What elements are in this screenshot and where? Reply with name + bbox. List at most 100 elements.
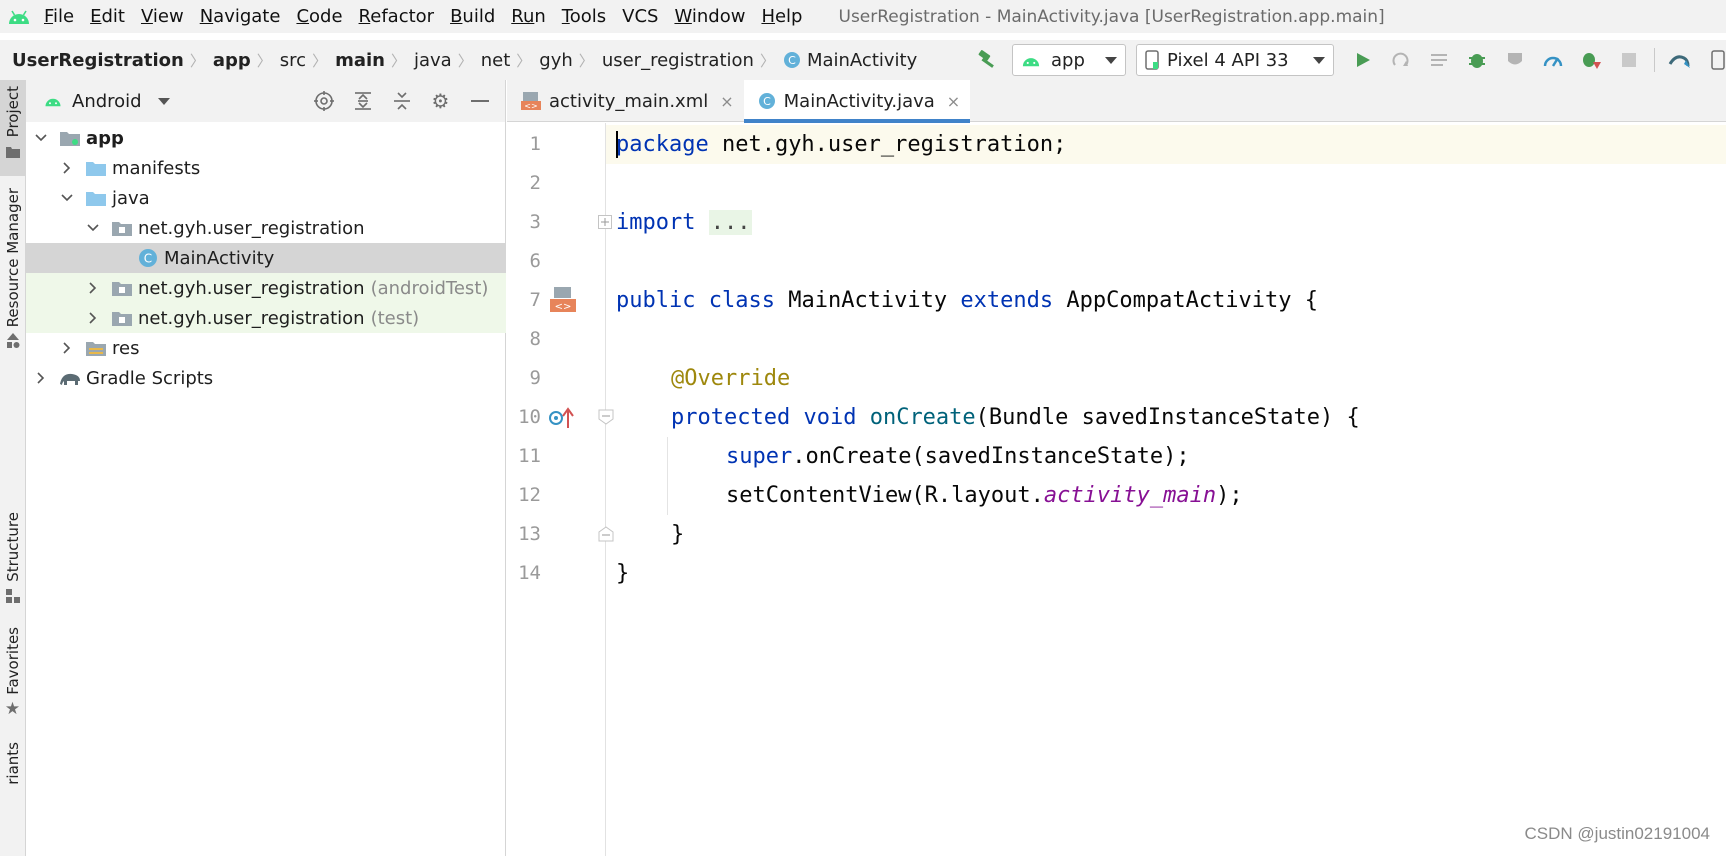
tree-item-package-androidtest[interactable]: net.gyh.user_registration (androidTest): [26, 273, 506, 303]
menu-file[interactable]: File: [44, 6, 74, 27]
menu-run[interactable]: Run: [511, 6, 546, 27]
menu-window[interactable]: Window: [674, 6, 745, 27]
project-view-select[interactable]: Android: [72, 91, 170, 112]
chevron-down-icon[interactable]: [84, 224, 102, 232]
android-icon: [1021, 54, 1041, 67]
menu-view[interactable]: View: [141, 6, 184, 27]
resource-folder-icon: [84, 339, 108, 357]
favorites-tool-button[interactable]: Favorites ★: [0, 627, 25, 718]
expand-all-icon[interactable]: [343, 91, 382, 111]
phone-icon: [1145, 50, 1159, 70]
code-line: super.onCreate(savedInstanceState);: [726, 444, 1190, 469]
structure-tool-button[interactable]: Structure: [0, 512, 25, 607]
menu-edit[interactable]: Edit: [90, 6, 125, 27]
code-line: }: [616, 561, 630, 586]
chevron-right-icon[interactable]: [58, 162, 76, 174]
fold-end-icon[interactable]: [598, 526, 614, 542]
breadcrumb-main[interactable]: main 〉: [335, 50, 414, 71]
close-tab-icon[interactable]: ×: [947, 92, 960, 111]
menu-vcs[interactable]: VCS: [622, 6, 658, 27]
breadcrumb-mainactivity[interactable]: C MainActivity: [783, 50, 917, 71]
menu-help[interactable]: Help: [761, 6, 802, 27]
gradle-sync-icon[interactable]: [1661, 44, 1699, 76]
fold-collapse-icon[interactable]: [598, 409, 614, 425]
run-icon[interactable]: [1344, 44, 1382, 76]
apply-code-changes-icon[interactable]: [1420, 44, 1458, 76]
line-number: 9: [529, 367, 541, 389]
chevron-right-icon[interactable]: [84, 312, 102, 324]
coverage-icon[interactable]: [1496, 44, 1534, 76]
structure-icon: [5, 588, 20, 607]
profiler-icon[interactable]: [1534, 44, 1572, 76]
tree-item-manifests[interactable]: manifests: [26, 153, 506, 183]
menu-tools[interactable]: Tools: [562, 6, 606, 27]
override-method-icon[interactable]: [548, 406, 576, 430]
line-number: 8: [529, 328, 541, 350]
stop-icon[interactable]: [1610, 44, 1648, 76]
toolbar-divider: [1654, 48, 1655, 72]
breadcrumb-project[interactable]: UserRegistration 〉: [12, 50, 213, 71]
chevron-right-icon[interactable]: [32, 372, 50, 384]
menu-refactor[interactable]: Refactor: [359, 6, 435, 27]
chevron-down-icon: [1313, 56, 1325, 64]
svg-text:C: C: [144, 252, 152, 266]
breadcrumb-gyh[interactable]: gyh 〉: [539, 50, 602, 71]
package-icon: [110, 309, 134, 327]
chevron-down-icon: [1105, 56, 1117, 64]
menu-navigate[interactable]: Navigate: [200, 6, 281, 27]
tree-item-mainactivity[interactable]: C MainActivity: [26, 243, 506, 273]
apply-changes-restart-icon[interactable]: [1382, 44, 1420, 76]
chevron-down-icon[interactable]: [58, 194, 76, 202]
tree-item-res[interactable]: res: [26, 333, 506, 363]
fold-expand-icon[interactable]: [598, 215, 612, 229]
folder-icon: [84, 159, 108, 177]
related-xml-layout-icon[interactable]: <>: [550, 286, 578, 314]
resource-manager-tool-button[interactable]: Resource Manager: [0, 188, 25, 353]
hide-panel-icon[interactable]: [460, 99, 499, 103]
tab-mainactivity-java[interactable]: C MainActivity.java ×: [743, 80, 971, 123]
menu-build[interactable]: Build: [450, 6, 495, 27]
package-icon: [110, 279, 134, 297]
line-number: 11: [518, 445, 541, 467]
folded-imports[interactable]: ...: [708, 210, 753, 235]
svg-text:<>: <>: [524, 102, 537, 111]
run-configuration-select[interactable]: app: [1012, 44, 1126, 76]
android-icon: [44, 95, 62, 107]
project-panel: Android ⚙ app manifests java net.gyh.use…: [26, 80, 506, 856]
collapse-all-icon[interactable]: [382, 91, 421, 111]
breadcrumb-app[interactable]: app 〉: [213, 50, 280, 71]
tree-item-gradle-scripts[interactable]: Gradle Scripts: [26, 363, 506, 393]
menu-code[interactable]: Code: [296, 6, 342, 27]
device-manager-icon[interactable]: [1699, 44, 1726, 76]
close-tab-icon[interactable]: ×: [720, 92, 733, 111]
window-title: UserRegistration - MainActivity.java [Us…: [838, 6, 1385, 27]
line-number: 3: [529, 211, 541, 233]
chevron-right-icon[interactable]: [84, 282, 102, 294]
breadcrumb-java[interactable]: java 〉: [414, 50, 481, 71]
locate-file-icon[interactable]: [304, 91, 343, 111]
xml-layout-file-icon: <>: [521, 91, 541, 111]
breadcrumb-user-registration[interactable]: user_registration 〉: [602, 50, 783, 71]
line-number: 1: [529, 133, 541, 155]
tree-item-package-main[interactable]: net.gyh.user_registration: [26, 213, 506, 243]
project-tool-button[interactable]: Project: [0, 80, 25, 176]
tree-item-package-test[interactable]: net.gyh.user_registration (test): [26, 303, 506, 333]
build-variants-tool-button[interactable]: riants: [0, 742, 25, 856]
attach-debugger-icon[interactable]: [1572, 44, 1610, 76]
chevron-right-icon[interactable]: [58, 342, 76, 354]
breadcrumb-src[interactable]: src 〉: [280, 50, 335, 71]
project-panel-header: Android ⚙: [26, 80, 505, 122]
debug-icon[interactable]: [1458, 44, 1496, 76]
line-number: 6: [529, 250, 541, 272]
chevron-down-icon[interactable]: [32, 134, 50, 142]
tab-activity-main-xml[interactable]: <> activity_main.xml ×: [507, 80, 744, 122]
tree-item-java[interactable]: java: [26, 183, 506, 213]
line-number: 14: [518, 562, 541, 584]
code-editor[interactable]: 1 2 3 6 7 8 9 10 11 12 13 14 <> package …: [507, 123, 1726, 856]
breadcrumb-net[interactable]: net 〉: [481, 50, 540, 71]
tree-item-app[interactable]: app: [26, 123, 506, 153]
class-icon: C: [783, 51, 801, 69]
settings-gear-icon[interactable]: ⚙: [421, 91, 460, 111]
device-select[interactable]: Pixel 4 API 33: [1136, 44, 1334, 76]
build-hammer-icon[interactable]: [968, 44, 1006, 76]
